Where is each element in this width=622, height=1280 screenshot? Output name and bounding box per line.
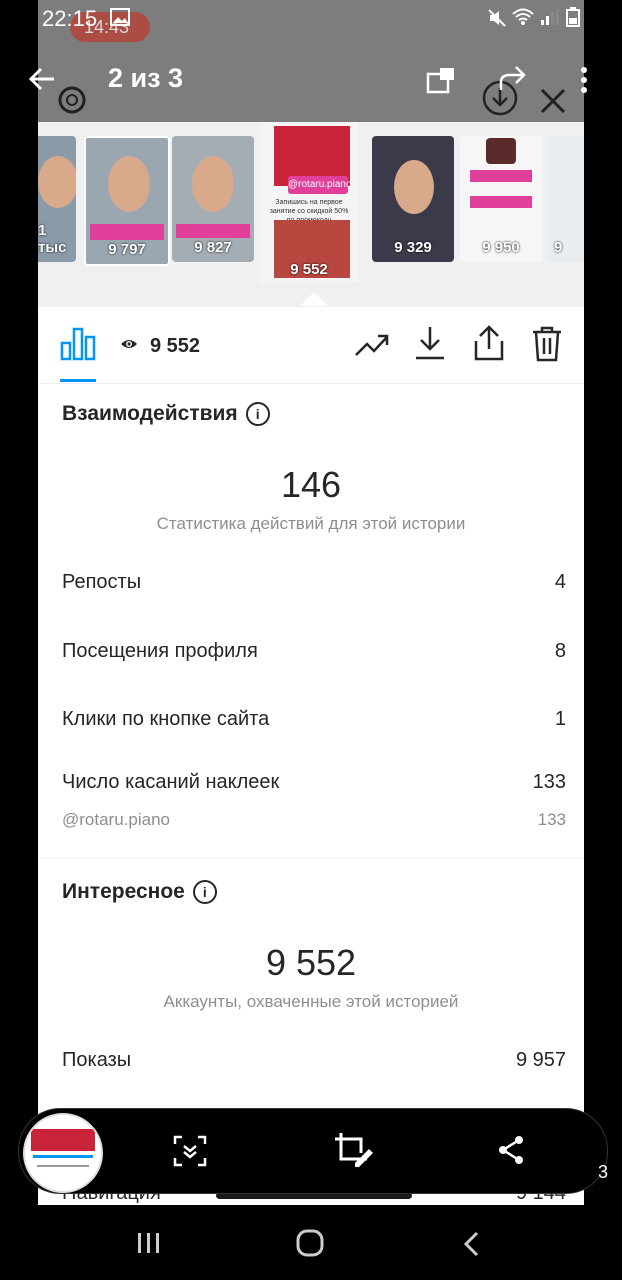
screenshot-toolbar (18, 1108, 608, 1194)
recent-apps-icon[interactable] (136, 1231, 162, 1255)
eye-icon (121, 340, 137, 348)
stat-row-sticker-taps: Число касаний наклеек 133 (62, 771, 566, 793)
story-thumb[interactable]: 9 950 (460, 136, 542, 262)
scroll-capture-icon[interactable] (173, 1135, 207, 1167)
story-thumb[interactable]: 1 тыс (38, 136, 76, 262)
signal-icon (541, 9, 559, 25)
discovery-caption: Аккаунты, охваченные этой историей (163, 992, 459, 1011)
navigation-bar (0, 1205, 622, 1280)
interactions-title: Взаимодействия i (62, 402, 270, 427)
share-upload-icon[interactable] (472, 325, 506, 363)
screenshot-preview-thumbnail[interactable] (23, 1113, 103, 1193)
selection-pointer (300, 292, 328, 306)
screenshot-viewer: 14:43 1 тыс 9 797 9 827 @rotaru.piano За… (0, 0, 622, 1280)
insights-toolbar: 9 552 (38, 307, 584, 384)
wifi-icon (512, 8, 534, 25)
gallery-counter: 2 из 3 (108, 63, 184, 93)
story-thumb-selected[interactable]: @rotaru.piano Запишись на первое занятие… (260, 122, 358, 282)
stat-row-sticker-handle: @rotaru.piano 133 (62, 810, 566, 829)
interactions-caption: Статистика действий для этой истории (156, 514, 466, 533)
active-tab-indicator (60, 379, 96, 382)
story-thumb[interactable]: 9 797 (84, 136, 170, 266)
story-thumb[interactable]: 9 827 (172, 136, 254, 262)
trending-up-icon[interactable] (354, 331, 390, 359)
captured-screenshot: 14:43 1 тыс 9 797 9 827 @rotaru.piano За… (38, 0, 584, 1205)
stat-row-impressions: Показы 9 957 (62, 1049, 566, 1071)
interactions-total: 146 (280, 464, 342, 505)
image-icon (110, 8, 130, 26)
divider (38, 858, 584, 859)
stat-row-website-clicks: Клики по кнопке сайта 1 (62, 708, 566, 730)
discovery-title: Интересное i (62, 880, 217, 905)
battery-icon (566, 7, 580, 27)
back-arrow-icon[interactable] (28, 66, 56, 92)
stat-row-profile-visits: Посещения профиля 8 (62, 640, 566, 662)
thumb-handle: @rotaru.piano (288, 176, 352, 194)
views-count: 9 552 (150, 335, 201, 357)
story-thumbnails: 1 тыс 9 797 9 827 @rotaru.piano Запишись… (38, 122, 584, 307)
insights-bar-chart-icon[interactable] (60, 325, 96, 361)
status-time: 22:15 (42, 6, 98, 31)
page-hint: 3 (598, 1162, 609, 1182)
back-nav-icon[interactable] (462, 1231, 480, 1257)
trash-icon[interactable] (530, 325, 564, 363)
download-icon[interactable] (414, 325, 446, 361)
forward-share-icon[interactable] (498, 64, 528, 94)
gallery-top-bar: 2 из 3 (0, 36, 622, 122)
mute-icon (488, 9, 506, 27)
crop-edit-icon[interactable] (333, 1131, 373, 1169)
more-vertical-icon[interactable] (578, 66, 590, 94)
home-icon[interactable] (296, 1229, 324, 1257)
info-icon[interactable]: i (245, 402, 270, 427)
discovery-total: 9 552 (265, 942, 357, 983)
open-external-icon[interactable] (426, 66, 456, 94)
story-thumb[interactable]: 9 (548, 136, 584, 262)
stat-row-reposts: Репосты 4 (62, 571, 566, 593)
share-icon[interactable] (497, 1135, 525, 1165)
info-icon[interactable]: i (192, 880, 217, 905)
story-thumb[interactable]: 9 329 (372, 136, 454, 262)
status-bar: 22:15 (0, 0, 622, 36)
